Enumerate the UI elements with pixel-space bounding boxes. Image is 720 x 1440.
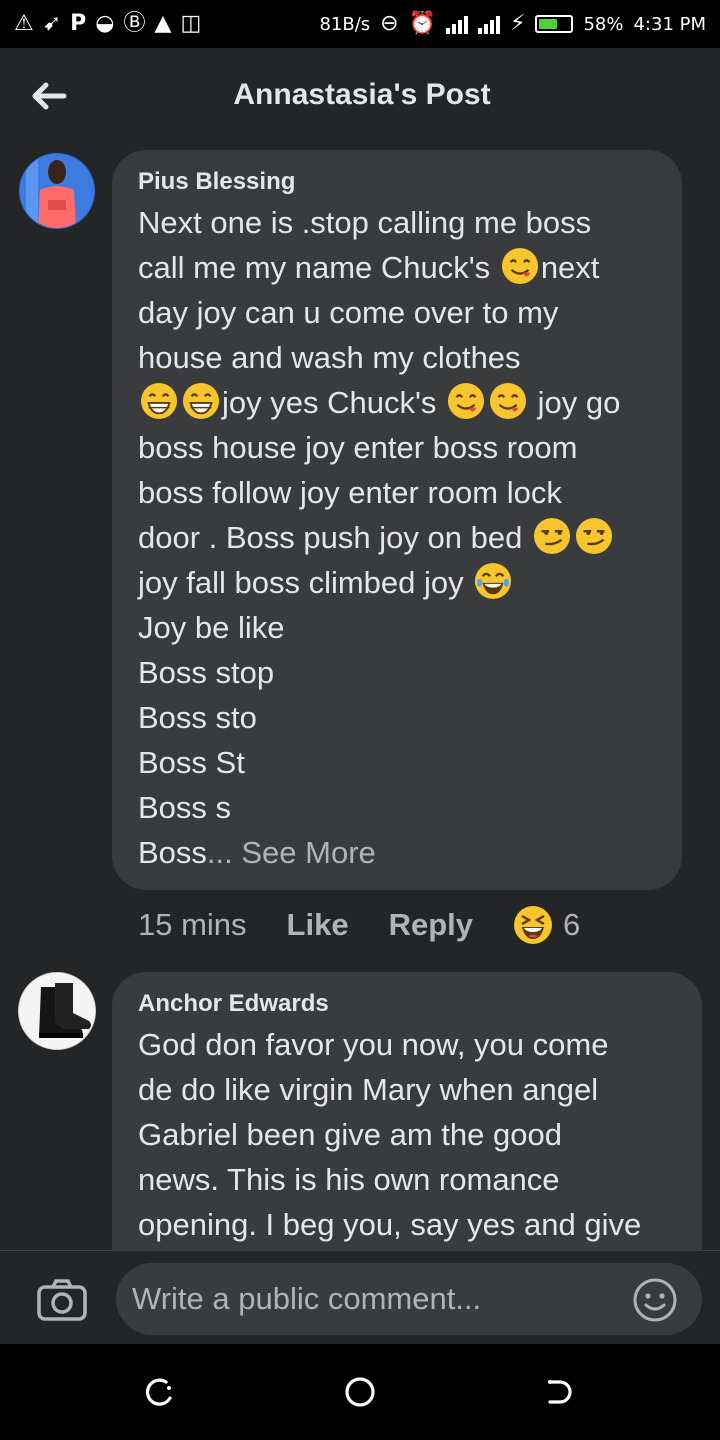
- comment-text: Next one is .stop calling me boss call m…: [138, 200, 656, 875]
- b-icon: Ⓑ: [123, 11, 146, 36]
- comment-line: call me my name Chuck's next: [138, 245, 656, 290]
- yum-emoji-icon: [447, 382, 485, 420]
- like-button[interactable]: Like: [287, 907, 349, 943]
- comment-fragment: Boss: [138, 835, 207, 870]
- comment-composer: Write a public comment...: [0, 1250, 720, 1344]
- net-speed: 81B/s: [319, 13, 371, 35]
- alarm-icon: ⏰: [408, 11, 436, 36]
- battery-fill: [539, 19, 557, 29]
- comment-bubble: Pius Blessing Next one is .stop calling …: [112, 150, 682, 890]
- smirk-emoji-icon: [575, 517, 612, 555]
- signal-icon: [446, 14, 468, 34]
- comment-line: boss house joy enter boss room: [138, 430, 578, 465]
- battery-icon: [535, 15, 574, 33]
- camera-icon[interactable]: [36, 1277, 88, 1323]
- comment-line: God don favor you now, you come: [138, 1027, 609, 1062]
- post-header: Annastasia's Post: [0, 48, 720, 146]
- comment-fragment: joy fall boss climbed joy: [138, 565, 464, 600]
- page-title: Annastasia's Post: [233, 78, 491, 111]
- system-nav-bar: [0, 1344, 720, 1440]
- comment-placeholder: Write a public comment...: [132, 1281, 482, 1316]
- signal-icon: [478, 14, 500, 34]
- user-photo: [19, 973, 95, 1049]
- app-icon: ➹: [42, 11, 62, 36]
- back-icon[interactable]: [544, 1376, 576, 1408]
- clock: 4:31 PM: [633, 13, 706, 35]
- comment-fragment: call me my name Chuck's: [138, 250, 491, 285]
- warning-triangle-icon: ⚠: [14, 11, 34, 36]
- comment-author[interactable]: Pius Blessing: [138, 168, 656, 196]
- comment-line: house and wash my clothes: [138, 340, 521, 375]
- comment-fragment: joy go: [537, 385, 621, 420]
- reaction-summary[interactable]: 6: [513, 905, 580, 945]
- screenshot-icon: ◫: [180, 11, 202, 36]
- comment-line: Boss stop: [138, 655, 275, 690]
- charging-icon: ⚡: [510, 11, 526, 36]
- comment-line: Boss St: [138, 745, 245, 780]
- grin-emoji-icon: [182, 382, 220, 420]
- status-right: 81B/s ⊖ ⏰ ⚡ 58% 4:31 PM: [319, 13, 706, 35]
- status-left-icons: ⚠ ➹ P ◒ Ⓑ ▲ ◫: [14, 13, 201, 35]
- comment-fragment: door . Boss push joy on bed: [138, 520, 523, 555]
- comment-line: Boss s: [138, 790, 232, 825]
- avatar[interactable]: [18, 152, 96, 230]
- yum-emoji-icon: [489, 382, 527, 420]
- battery-percent: 58%: [583, 13, 624, 35]
- comment-text: God don favor you now, you come de do li…: [138, 1022, 676, 1247]
- comment-line: news. This is his own romance: [138, 1162, 560, 1197]
- alert-icon: ▲: [154, 11, 172, 36]
- grin-emoji-icon: [140, 382, 178, 420]
- laughing-emoji-icon: [514, 906, 552, 944]
- comment-line: joy yes Chuck's joy go: [138, 380, 656, 425]
- avatar[interactable]: [18, 972, 96, 1050]
- smiley-icon[interactable]: [632, 1277, 678, 1323]
- comment-line: Gabriel been give am the good: [138, 1117, 562, 1152]
- home-icon[interactable]: [344, 1376, 376, 1408]
- comment-fragment: joy yes Chuck's: [222, 385, 437, 420]
- comment-input[interactable]: Write a public comment...: [116, 1263, 702, 1335]
- comment-line: opening. I beg you, say yes and give: [138, 1207, 642, 1242]
- smirk-emoji-icon: [533, 517, 570, 555]
- p-icon: P: [70, 11, 87, 36]
- see-more-link[interactable]: ... See More: [207, 835, 376, 870]
- tears-of-joy-emoji-icon: [475, 562, 512, 600]
- comment-line: door . Boss push joy on bed: [138, 515, 656, 560]
- comment-time: 15 mins: [138, 907, 247, 942]
- comment-line: Joy be like: [138, 610, 285, 645]
- comment-line: boss follow joy enter room lock: [138, 475, 562, 510]
- comment-line: day joy can u come over to my: [138, 295, 559, 330]
- recent-apps-icon[interactable]: [144, 1376, 176, 1408]
- dnd-icon: ⊖: [380, 11, 399, 36]
- reaction-count: 6: [563, 907, 581, 942]
- comment-actions: 15 mins Like Reply 6: [138, 905, 580, 945]
- status-bar: ⚠ ➹ P ◒ Ⓑ ▲ ◫ 81B/s ⊖ ⏰ ⚡ 58% 4:31 PM: [0, 0, 720, 48]
- app-icon: ◒: [95, 11, 115, 36]
- comment-line: Boss... See More: [138, 830, 656, 875]
- comment-line: Boss sto: [138, 700, 257, 735]
- comment-line: Next one is .stop calling me boss: [138, 205, 592, 240]
- comment-author[interactable]: Anchor Edwards: [138, 990, 676, 1018]
- yum-emoji-icon: [501, 247, 538, 285]
- comment-fragment: next: [540, 250, 600, 285]
- comment-line: joy fall boss climbed joy: [138, 560, 656, 605]
- reply-button[interactable]: Reply: [389, 907, 473, 943]
- user-photo: [19, 153, 95, 229]
- comment-line: de do like virgin Mary when angel: [138, 1072, 599, 1107]
